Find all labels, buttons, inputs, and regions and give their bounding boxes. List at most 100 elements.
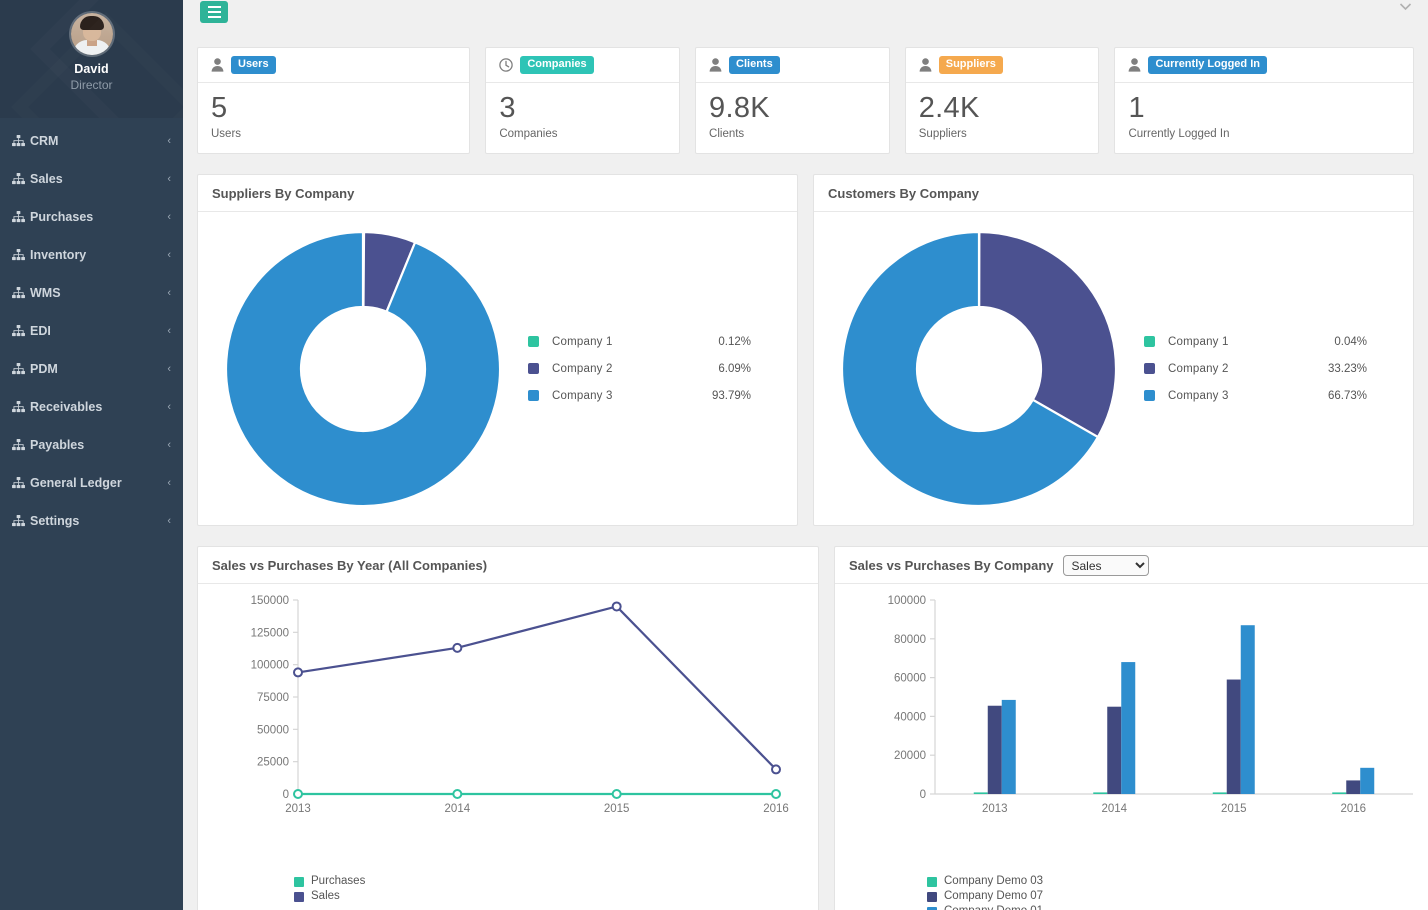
sidebar-item-receivables[interactable]: Receivables‹ <box>0 388 183 426</box>
svg-text:2014: 2014 <box>445 803 471 815</box>
user-role: Director <box>0 78 183 92</box>
sitemap-icon <box>10 515 26 527</box>
bar-chart-legend: Company Demo 03Company Demo 07Company De… <box>835 874 1428 910</box>
donut-legend-customers: Company 10.04%Company 233.23%Company 366… <box>1144 328 1413 409</box>
sitemap-icon <box>10 135 26 147</box>
panel-header: Sales vs Purchases By Company SalesPurch… <box>835 547 1428 584</box>
status-badge: Currently Logged In <box>1148 56 1267 73</box>
sidebar-item-label: Receivables <box>30 400 167 414</box>
panel-header: Customers By Company <box>814 175 1413 212</box>
avatar <box>71 13 113 55</box>
panel-header: Suppliers By Company <box>198 175 797 212</box>
svg-text:100000: 100000 <box>888 595 926 607</box>
legend-item[interactable]: Company 10.04% <box>1144 328 1367 355</box>
status-badge: Users <box>231 56 276 73</box>
svg-text:2015: 2015 <box>1221 803 1247 815</box>
sitemap-icon <box>10 249 26 261</box>
legend-swatch <box>294 892 304 902</box>
sidebar-item-label: General Ledger <box>30 476 167 490</box>
legend-label: Company Demo 01 <box>944 904 1043 910</box>
stat-card-currently-logged-in[interactable]: Currently Logged In 1 Currently Logged In <box>1114 47 1414 154</box>
svg-text:2013: 2013 <box>285 803 311 815</box>
sidebar-item-crm[interactable]: CRM‹ <box>0 122 183 160</box>
stat-card-suppliers[interactable]: Suppliers2.4K Suppliers <box>905 47 1100 154</box>
sidebar-item-payables[interactable]: Payables‹ <box>0 426 183 464</box>
legend-item[interactable]: Company Demo 03 <box>927 874 1428 889</box>
legend-label: Sales <box>311 889 340 904</box>
stat-card-body: 2.4K Suppliers <box>906 83 1099 140</box>
chevron-down-icon[interactable] <box>1399 2 1412 11</box>
legend-item[interactable]: Company 393.79% <box>528 382 751 409</box>
svg-text:80000: 80000 <box>894 634 926 646</box>
legend-label: Company 3 <box>1168 390 1305 402</box>
sitemap-icon <box>10 287 26 299</box>
svg-text:20000: 20000 <box>894 750 926 762</box>
sidebar-item-purchases[interactable]: Purchases‹ <box>0 198 183 236</box>
sidebar-item-label: Purchases <box>30 210 167 224</box>
sitemap-icon <box>10 211 26 223</box>
legend-swatch <box>528 363 539 374</box>
line-chart-legend: PurchasesSales <box>198 874 818 910</box>
user-icon <box>1128 58 1141 72</box>
user-icon <box>919 58 932 72</box>
content: Users5UsersCompanies3CompaniesClients9.8… <box>183 47 1428 910</box>
legend-swatch <box>1144 363 1155 374</box>
company-metric-select[interactable]: SalesPurchases <box>1063 555 1149 576</box>
sidebar-nav: CRM‹Sales‹Purchases‹Inventory‹WMS‹EDI‹PD… <box>0 118 183 540</box>
legend-item[interactable]: Company 233.23% <box>1144 355 1367 382</box>
chevron-left-icon: ‹ <box>167 515 171 527</box>
sidebar-item-wms[interactable]: WMS‹ <box>0 274 183 312</box>
stat-label: Suppliers <box>919 128 1086 140</box>
sidebar-item-settings[interactable]: Settings‹ <box>0 502 183 540</box>
sidebar-item-general-ledger[interactable]: General Ledger‹ <box>0 464 183 502</box>
svg-text:150000: 150000 <box>251 595 289 607</box>
sidebar-item-sales[interactable]: Sales‹ <box>0 160 183 198</box>
legend-item[interactable]: Company 366.73% <box>1144 382 1367 409</box>
svg-text:2015: 2015 <box>604 803 630 815</box>
donut-row: Suppliers By Company Company 10.12%Compa… <box>197 174 1414 526</box>
topbar <box>183 0 1428 25</box>
panel-suppliers-by-company: Suppliers By Company Company 10.12%Compa… <box>197 174 798 526</box>
donut-legend-suppliers: Company 10.12%Company 26.09%Company 393.… <box>528 328 797 409</box>
legend-item[interactable]: Sales <box>294 889 818 904</box>
stat-value: 1 <box>1128 93 1400 124</box>
legend-item[interactable]: Company Demo 07 <box>927 889 1428 904</box>
legend-value: 0.04% <box>1305 336 1367 348</box>
user-icon <box>709 58 722 72</box>
sidebar-item-label: Sales <box>30 172 167 186</box>
panel-body: 0250005000075000100000125000150000201320… <box>198 584 818 910</box>
legend-label: Company 2 <box>552 363 689 375</box>
legend-item[interactable]: Company 10.12% <box>528 328 751 355</box>
chevron-left-icon: ‹ <box>167 363 171 375</box>
legend-label: Company Demo 03 <box>944 874 1043 889</box>
chevron-left-icon: ‹ <box>167 477 171 489</box>
svg-text:2014: 2014 <box>1101 803 1127 815</box>
stat-card-companies[interactable]: Companies3Companies <box>485 47 680 154</box>
chevron-left-icon: ‹ <box>167 173 171 185</box>
svg-text:0: 0 <box>283 789 289 801</box>
sidebar-item-inventory[interactable]: Inventory‹ <box>0 236 183 274</box>
stat-value: 2.4K <box>919 93 1086 124</box>
legend-label: Company 2 <box>1168 363 1305 375</box>
user-name: David <box>0 62 183 76</box>
legend-item[interactable]: Company Demo 01 <box>927 904 1428 910</box>
legend-swatch <box>528 390 539 401</box>
sidebar-item-edi[interactable]: EDI‹ <box>0 312 183 350</box>
hamburger-icon[interactable] <box>200 1 228 23</box>
stat-label: Currently Logged In <box>1128 128 1400 140</box>
stat-card-clients[interactable]: Clients9.8KClients <box>695 47 890 154</box>
stat-value: 3 <box>499 93 666 124</box>
stat-card-users[interactable]: Users5Users <box>197 47 470 154</box>
sitemap-icon <box>10 401 26 413</box>
svg-text:25000: 25000 <box>257 757 289 769</box>
svg-text:2016: 2016 <box>1340 803 1366 815</box>
stat-card-body: 1 Currently Logged In <box>1115 83 1413 140</box>
legend-swatch <box>294 877 304 887</box>
svg-text:40000: 40000 <box>894 711 926 723</box>
stat-card-body: 3Companies <box>486 83 679 140</box>
legend-label: Company 1 <box>552 336 689 348</box>
legend-item[interactable]: Purchases <box>294 874 818 889</box>
sidebar-item-pdm[interactable]: PDM‹ <box>0 350 183 388</box>
legend-item[interactable]: Company 26.09% <box>528 355 751 382</box>
legend-label: Company Demo 07 <box>944 889 1043 904</box>
